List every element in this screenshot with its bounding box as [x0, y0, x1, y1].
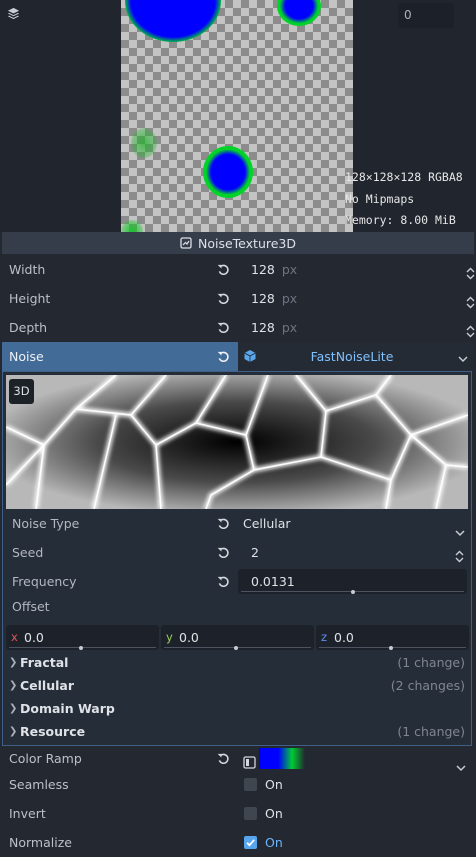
chevron-right-icon: ❯ — [9, 703, 18, 714]
revert-icon[interactable] — [216, 262, 231, 277]
seamless-checkbox[interactable] — [244, 778, 257, 791]
texture-info: 128×128×128 RGBA8 No Mipmaps Memory: 8.00 … — [345, 167, 463, 232]
checkmark-icon — [246, 839, 255, 847]
frequency-label: Frequency — [12, 574, 77, 589]
property-noise-type: Noise Type Cellular — [3, 509, 471, 538]
seamless-label: Seamless — [9, 777, 69, 792]
section-label: Resource — [20, 724, 86, 739]
section-changes: (1 change) — [397, 724, 465, 739]
width-label: Width — [9, 262, 46, 277]
seed-label: Seed — [12, 545, 44, 560]
invert-label: Invert — [9, 806, 46, 821]
preview-3d-toggle[interactable]: 3D — [9, 379, 34, 404]
noise-preview-image: 3D — [6, 375, 468, 509]
offset-z-knob[interactable] — [389, 646, 393, 650]
noise-texture-icon — [180, 237, 192, 249]
noise-type-value: Cellular — [243, 516, 291, 531]
chevron-right-icon: ❯ — [9, 657, 18, 668]
property-noise: Noise FastNoiseLite — [2, 342, 474, 371]
chevron-right-icon: ❯ — [9, 726, 18, 737]
section-domain-warp[interactable]: ❯ Domain Warp — [3, 697, 471, 720]
section-changes: (1 change) — [397, 655, 465, 670]
offset-y-knob[interactable] — [234, 646, 238, 650]
texture-dimensions: 128×128×128 RGBA8 — [345, 170, 463, 184]
color-ramp-preview[interactable] — [259, 748, 305, 769]
revert-icon[interactable] — [216, 349, 231, 364]
revert-icon[interactable] — [216, 751, 231, 766]
width-value: 128 — [251, 262, 275, 277]
revert-icon[interactable] — [216, 291, 231, 306]
width-spinbox[interactable]: 128 px — [238, 257, 476, 282]
revert-icon[interactable] — [216, 574, 231, 589]
section-fractal[interactable]: ❯ Fractal (1 change) — [3, 651, 471, 674]
chevron-right-icon: ❯ — [9, 680, 18, 691]
normalize-label: Normalize — [9, 835, 72, 850]
section-label: Cellular — [20, 678, 75, 693]
property-depth: Depth 128 px — [0, 313, 476, 342]
resource-header: NoiseTexture3D — [2, 232, 474, 254]
texture-mipmaps: No Mipmaps — [345, 191, 415, 206]
section-cellular[interactable]: ❯ Cellular (2 changes) — [3, 674, 471, 697]
noise-resource-picker[interactable]: FastNoiseLite — [238, 342, 474, 371]
property-height: Height 128 px — [0, 284, 476, 313]
property-seamless: Seamless On — [0, 770, 476, 799]
offset-y-field[interactable]: y 0.0 — [161, 625, 314, 650]
layers-icon[interactable] — [3, 3, 23, 23]
layer-spinbox[interactable]: 0 — [398, 3, 454, 28]
frequency-value: 0.0131 — [251, 574, 295, 589]
offset-x-field[interactable]: x 0.0 — [6, 625, 159, 650]
revert-icon[interactable] — [216, 320, 231, 335]
height-label: Height — [9, 291, 51, 306]
property-frequency: Frequency 0.0131 — [3, 567, 471, 596]
property-invert: Invert On — [0, 799, 476, 828]
seamless-value[interactable]: On — [265, 770, 283, 799]
depth-unit: px — [281, 320, 298, 335]
offset-label: Offset — [12, 599, 50, 614]
height-spinbox[interactable]: 128 px — [238, 286, 476, 311]
offset-z-field[interactable]: z 0.0 — [316, 625, 469, 650]
section-changes: (2 changes) — [390, 678, 465, 693]
resource-title: NoiseTexture3D — [197, 235, 296, 251]
invert-checkbox[interactable] — [244, 807, 257, 820]
offset-x-knob[interactable] — [79, 646, 83, 650]
depth-value: 128 — [251, 320, 275, 335]
texture-slice-preview — [121, 0, 353, 232]
noise-resource-name: FastNoiseLite — [310, 349, 394, 364]
dropdown-arrow-icon[interactable] — [458, 352, 468, 366]
normalize-value[interactable]: On — [265, 828, 283, 857]
normalize-checkbox[interactable] — [244, 836, 257, 849]
noise-type-dropdown[interactable]: Cellular — [238, 511, 467, 537]
depth-spinbox[interactable]: 128 px — [238, 315, 476, 340]
section-resource[interactable]: ❯ Resource (1 change) — [3, 720, 471, 743]
property-color-ramp: Color Ramp — [0, 744, 476, 773]
height-value: 128 — [251, 291, 275, 306]
noise-subresource-panel: 3D Noise Type Cellular Seed 2 Frequency … — [2, 371, 472, 746]
frequency-slider[interactable]: 0.0131 — [238, 569, 467, 594]
revert-icon[interactable] — [216, 545, 231, 560]
property-normalize: Normalize On — [0, 828, 476, 857]
texture-memory: Memory: 8.00 MiB — [345, 213, 456, 227]
fastnoiselite-icon — [243, 349, 257, 366]
color-ramp-picker[interactable] — [238, 746, 472, 772]
seed-spinbox[interactable]: 2 — [238, 540, 467, 565]
frequency-knob[interactable] — [350, 590, 355, 594]
invert-value[interactable]: On — [265, 799, 283, 828]
property-width: Width 128 px — [0, 255, 476, 284]
seed-value: 2 — [251, 545, 259, 560]
width-unit: px — [281, 262, 298, 277]
section-label: Fractal — [20, 655, 69, 670]
section-label: Domain Warp — [20, 701, 115, 716]
revert-icon[interactable] — [216, 516, 231, 531]
noise-label-cell[interactable]: Noise — [2, 342, 238, 371]
property-offset: Offset — [3, 596, 471, 622]
depth-label: Depth — [9, 320, 48, 335]
noise-label: Noise — [9, 349, 44, 364]
property-seed: Seed 2 — [3, 538, 471, 567]
noise-type-label: Noise Type — [12, 516, 80, 531]
texture-preview-panel: 0 128×128×128 RGBA8 No Mipmaps Memory: 8.0… — [0, 0, 476, 232]
color-ramp-label: Color Ramp — [9, 751, 82, 766]
height-unit: px — [281, 291, 298, 306]
